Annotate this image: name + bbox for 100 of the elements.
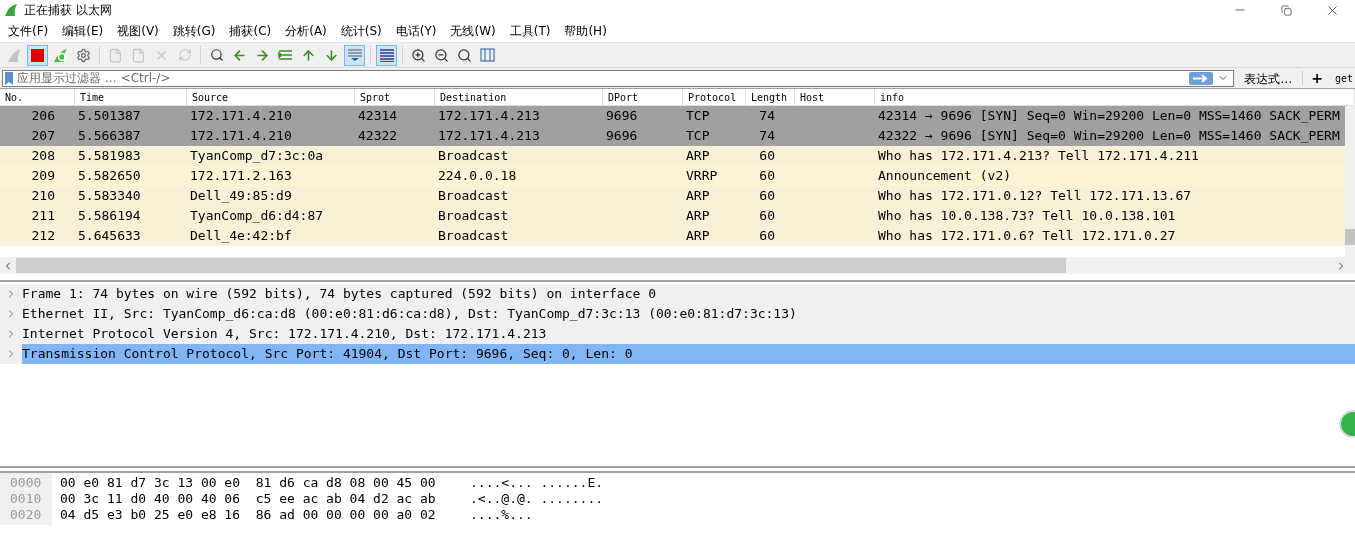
stop-icon — [31, 48, 44, 62]
menu-item[interactable]: 帮助(H) — [558, 22, 613, 40]
table-cell: 5.501387 — [78, 108, 141, 124]
menu-item[interactable]: 统计(S) — [334, 22, 388, 40]
bookmark-icon — [5, 71, 13, 85]
column-header[interactable]: info — [875, 89, 1355, 105]
table-cell: 209 — [31, 168, 55, 184]
table-cell: VRRP — [686, 168, 718, 184]
packet-row[interactable]: 207 5.566387 172.171.4.210 42322 172.171.4.213 9696 TCP 74 42322 → 9696 [SYN] Seq=0 Win=29200 Len=0 MSS=1460 SACK_PERM — [0, 126, 1345, 146]
resize-columns-icon — [480, 48, 495, 62]
menu-item[interactable]: 编辑(E) — [56, 22, 110, 40]
table-cell: 60 — [759, 208, 775, 224]
table-cell: Who has 172.171.0.6? Tell 172.171.0.27 — [878, 228, 1176, 244]
menu-item[interactable]: 捕获(C) — [223, 22, 278, 40]
zoom-in-icon — [411, 47, 426, 63]
autoscroll-icon — [346, 48, 363, 62]
reload-icon — [177, 48, 192, 62]
column-header[interactable]: Length — [746, 89, 795, 105]
go-to-line-icon — [278, 48, 293, 62]
window-title: 正在捕获 以太网 — [24, 2, 112, 19]
horizontal-scrollbar[interactable] — [0, 257, 1355, 274]
table-cell: 5.566387 — [78, 128, 141, 144]
table-cell: 9696 — [606, 128, 638, 144]
column-header[interactable]: Time — [75, 89, 187, 105]
hex-bytes: 00 e0 81 d7 3c 13 00 e0 81 d6 ca d8 08 00 45 00 — [60, 474, 437, 493]
menu-item[interactable]: 工具(T) — [503, 22, 557, 40]
table-cell: 212 — [31, 228, 55, 244]
table-cell: 9696 — [606, 108, 638, 124]
settings-icon — [76, 47, 91, 63]
table-cell: 42314 — [358, 108, 398, 124]
column-header[interactable]: Source — [187, 89, 355, 105]
column-header[interactable]: No. — [0, 89, 75, 105]
table-cell: 224.0.0.18 — [438, 168, 517, 184]
table-cell: 172.171.2.163 — [190, 168, 292, 184]
packet-row[interactable]: 208 5.581983 TyanComp_d7:3c:0a Broadcast ARP 60 Who has 172.171.4.213? Tell 172.171.4.211 — [0, 146, 1345, 166]
table-cell: 211 — [31, 208, 55, 224]
table-cell: Announcement (v2) — [878, 168, 1012, 184]
table-cell: TCP — [686, 108, 710, 124]
table-cell: 208 — [31, 148, 55, 164]
restart-icon — [53, 47, 68, 63]
table-cell: TCP — [686, 128, 710, 144]
zoom-out-icon — [434, 47, 449, 63]
table-cell: 5.645633 — [78, 228, 141, 244]
menu-item[interactable]: 分析(A) — [279, 22, 333, 40]
saved-filter-button[interactable]: get — [1330, 69, 1353, 87]
table-cell: 172.171.4.210 — [190, 108, 292, 124]
table-cell: ARP — [686, 148, 710, 164]
toolbar-button[interactable] — [376, 44, 397, 66]
table-cell: 74 — [759, 128, 775, 144]
add-filter-button[interactable]: + — [1303, 69, 1331, 87]
table-cell: Who has 172.171.0.12? Tell 172.171.13.67 — [878, 188, 1192, 204]
table-cell: Who has 172.171.4.213? Tell 172.171.4.211 — [878, 148, 1199, 164]
menu-item[interactable]: 文件(F) — [2, 22, 55, 40]
table-cell: 60 — [759, 168, 775, 184]
table-cell: 206 — [31, 108, 55, 124]
table-cell: 60 — [759, 228, 775, 244]
packet-row[interactable]: 211 5.586194 TyanComp_d6:d4:87 Broadcast ARP 60 Who has 10.0.138.73? Tell 10.0.138.101 — [0, 206, 1345, 226]
menu-item[interactable]: 无线(W) — [444, 22, 502, 40]
table-cell: 172.171.4.213 — [438, 108, 540, 124]
table-cell: 5.582650 — [78, 168, 141, 184]
hex-bytes: 00 3c 11 d0 40 00 40 06 c5 ee ac ab 04 d2 ac ab — [60, 490, 437, 509]
toolbar-button[interactable] — [27, 44, 48, 66]
packet-row[interactable]: 210 5.583340 Dell_49:85:d9 Broadcast ARP 60 Who has 172.171.0.12? Tell 172.171.13.67 — [0, 186, 1345, 206]
app-logo-icon — [4, 3, 18, 17]
table-cell: TyanComp_d6:d4:87 — [190, 208, 324, 224]
table-cell: Broadcast — [438, 148, 509, 164]
table-cell: 172.171.4.213 — [438, 128, 540, 144]
table-cell: 60 — [759, 188, 775, 204]
shark-fin-icon — [7, 47, 22, 63]
packet-row[interactable]: 212 5.645633 Dell_4e:42:bf Broadcast ARP 60 Who has 172.171.0.6? Tell 172.171.0.27 — [0, 226, 1345, 246]
column-header[interactable]: Host — [795, 89, 875, 105]
table-cell: Broadcast — [438, 208, 509, 224]
menu-item[interactable]: 电话(Y) — [389, 22, 443, 40]
vertical-scrollbar[interactable] — [1345, 106, 1355, 257]
column-header[interactable]: Sprot — [355, 89, 435, 105]
table-cell: ARP — [686, 208, 710, 224]
packet-row[interactable]: 206 5.501387 172.171.4.210 42314 172.171.4.213 9696 TCP 74 42314 → 9696 [SYN] Seq=0 Win=29200 Len=0 MSS=1460 SACK_PERM — [0, 106, 1345, 126]
table-cell: 42314 → 9696 [SYN] Seq=0 Win=29200 Len=0 MSS=1460 SACK_PERM — [878, 108, 1340, 124]
hex-bytes: 04 d5 e3 b0 25 e0 e8 16 86 ad 00 00 00 00 a0 02 — [60, 506, 437, 525]
column-header[interactable]: Destination — [435, 89, 603, 105]
table-cell: ARP — [686, 228, 710, 244]
table-cell: 5.583340 — [78, 188, 141, 204]
table-cell: 5.586194 — [78, 208, 141, 224]
ascii-dump: .<..@.@. ........ — [470, 490, 604, 509]
protocol-tree-item[interactable]: Transmission Control Protocol, Src Port: 41904, Dst Port: 9696, Seq: 0, Len: 0 — [22, 344, 1355, 364]
column-header[interactable]: Protocol — [683, 89, 746, 105]
menu-item[interactable]: 视图(V) — [111, 22, 165, 40]
table-cell: 172.171.4.210 — [190, 128, 292, 144]
ascii-dump: ....%... — [470, 506, 533, 525]
table-cell: Broadcast — [438, 188, 509, 204]
table-cell: 5.581983 — [78, 148, 141, 164]
packet-row[interactable]: 209 5.582650 172.171.2.163 224.0.0.18 VRRP 60 Announcement (v2) — [0, 166, 1345, 186]
restore-icon — [1280, 4, 1292, 16]
ascii-dump: ....<... ......E. — [470, 474, 604, 493]
file-icon — [108, 47, 123, 63]
table-cell: 42322 — [358, 128, 398, 144]
expression-button[interactable]: 表达式… — [1234, 69, 1303, 87]
menu-item[interactable]: 跳转(G) — [166, 22, 222, 40]
column-header[interactable]: DPort — [603, 89, 683, 105]
search-icon — [209, 48, 224, 62]
